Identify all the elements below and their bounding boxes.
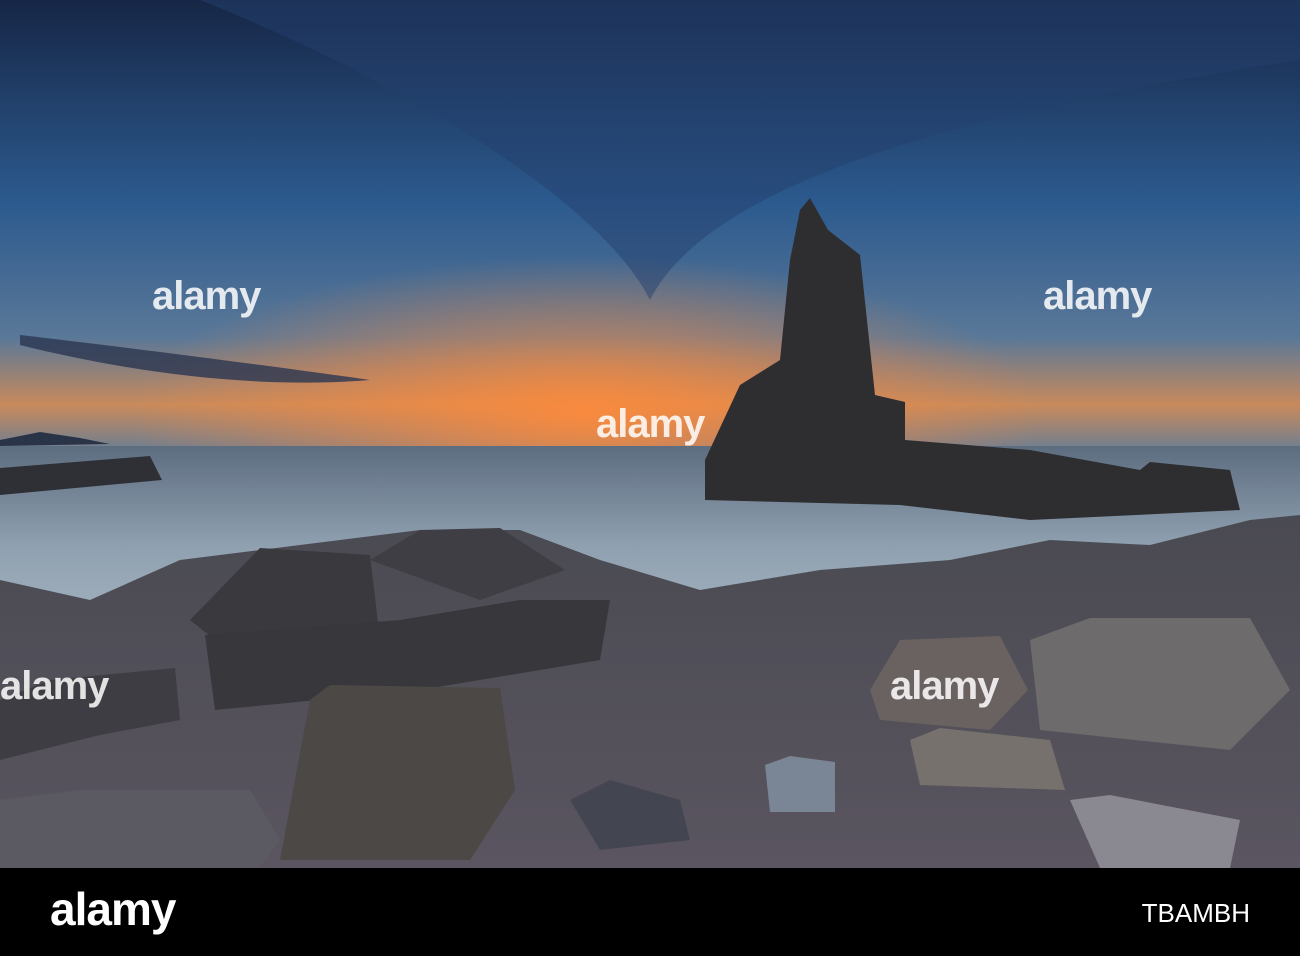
watermark: alamy: [890, 664, 999, 708]
watermark: alamy: [152, 274, 261, 318]
footer-bar: alamy TBAMBH: [0, 868, 1300, 956]
watermark: alamy: [0, 664, 109, 708]
alamy-logo: alamy: [50, 883, 176, 935]
image-code: TBAMBH: [1141, 898, 1250, 928]
photo: alamy alamy alamy alamy alamy: [0, 0, 1300, 868]
watermark: alamy: [596, 402, 705, 446]
watermark: alamy: [1043, 274, 1152, 318]
